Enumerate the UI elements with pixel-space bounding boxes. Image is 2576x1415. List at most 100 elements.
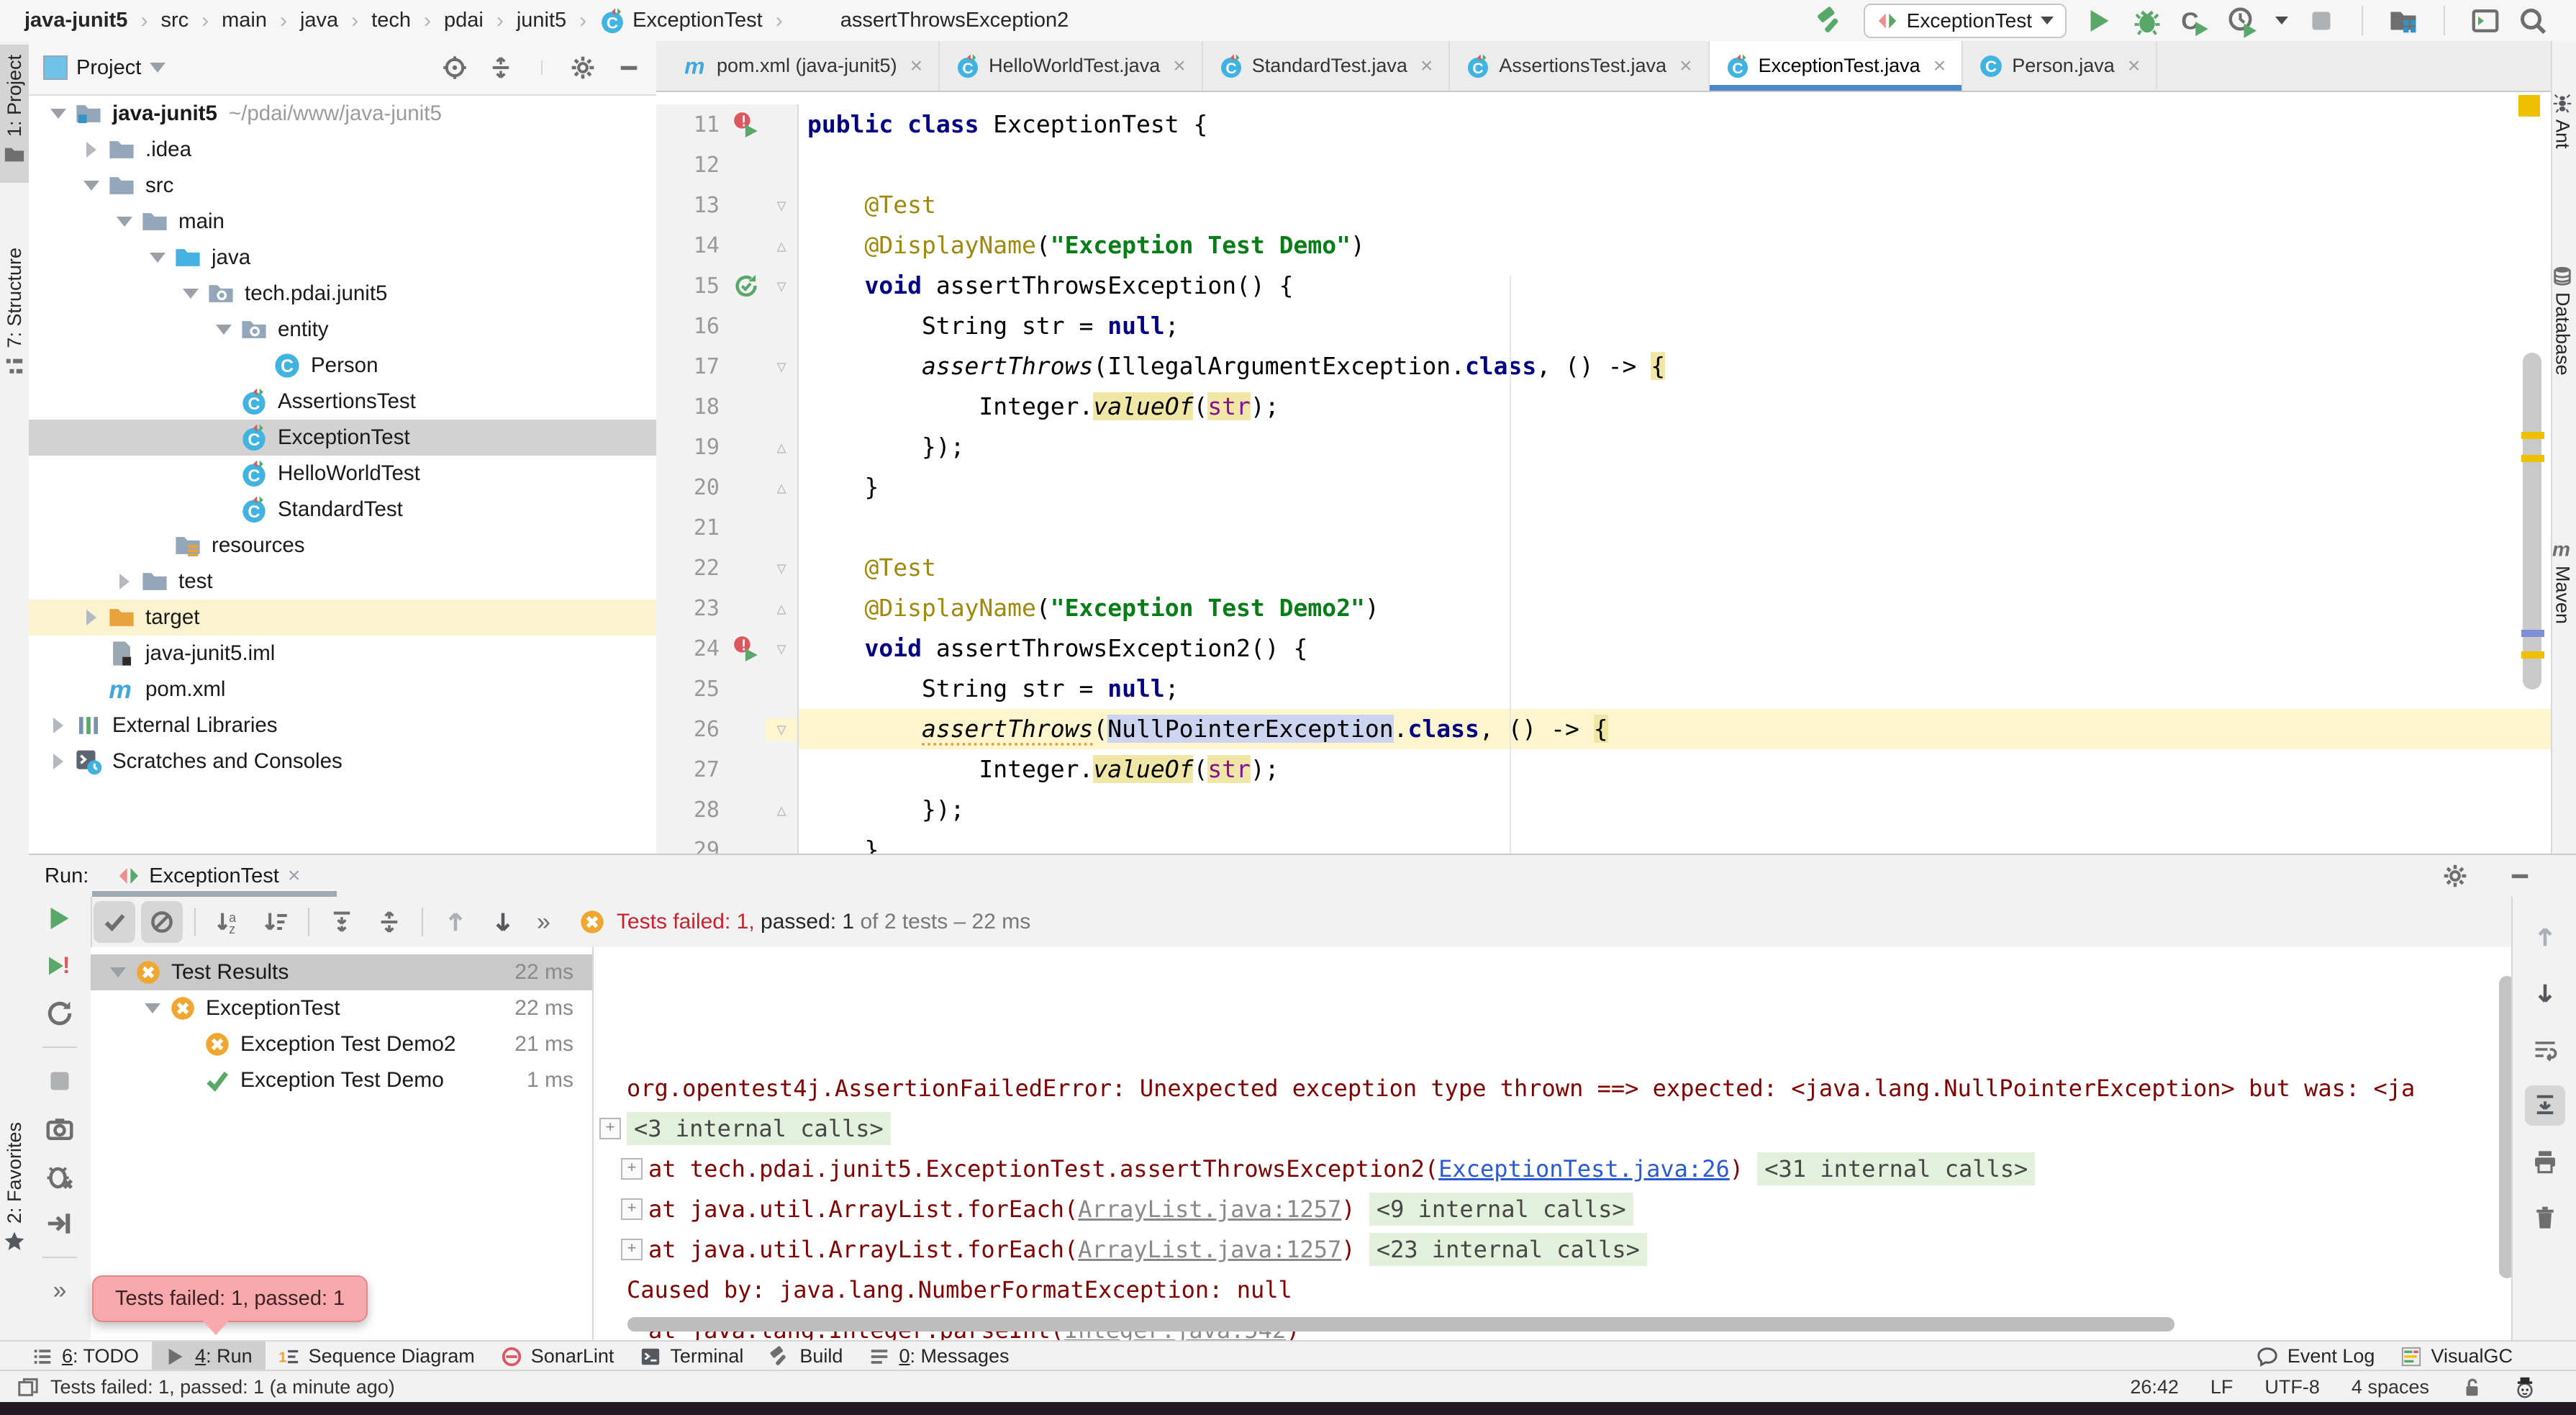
chevron-down-icon[interactable] bbox=[216, 325, 232, 335]
project-view-select[interactable]: Project bbox=[43, 55, 165, 80]
collapse-all-icon[interactable] bbox=[488, 55, 514, 81]
line-number[interactable]: 19 bbox=[656, 435, 727, 460]
line-number[interactable]: 13 bbox=[656, 193, 727, 218]
clear-button[interactable] bbox=[2525, 1198, 2565, 1238]
fold-marker[interactable]: ▵ bbox=[766, 476, 797, 499]
settings-icon[interactable] bbox=[570, 55, 596, 81]
fold-marker[interactable]: ▵ bbox=[766, 597, 797, 620]
fold-marker[interactable]: ▿ bbox=[766, 718, 797, 741]
fold-expand-icon[interactable]: + bbox=[621, 1158, 643, 1180]
coverage-button[interactable]: C bbox=[2180, 6, 2209, 35]
code-line-11[interactable]: 11!public class ExceptionTest { bbox=[656, 104, 2551, 145]
breadcrumb-item[interactable]: java-junit5 bbox=[24, 9, 127, 32]
tool-window-button-sonarlint[interactable]: SonarLint bbox=[488, 1342, 627, 1371]
line-number[interactable]: 25 bbox=[656, 677, 727, 702]
editor-tab-standardtest-java[interactable]: CStandardTest.java× bbox=[1203, 41, 1451, 91]
warning-mark[interactable] bbox=[2521, 455, 2544, 462]
line-number[interactable]: 12 bbox=[656, 153, 727, 178]
chevron-down-icon[interactable] bbox=[145, 1003, 160, 1013]
code-line-17[interactable]: 17▿ assertThrows(IllegalArgumentExceptio… bbox=[656, 346, 2551, 386]
fold-marker[interactable]: ▿ bbox=[766, 275, 797, 297]
code-line-16[interactable]: 16 String str = null; bbox=[656, 306, 2551, 346]
chevron-down-icon[interactable] bbox=[110, 967, 126, 977]
sort-alphabetically-button[interactable]: az bbox=[207, 901, 249, 943]
line-number[interactable]: 27 bbox=[656, 757, 727, 782]
tool-window-button-6-todo[interactable]: 6: TODO bbox=[19, 1342, 152, 1371]
locate-icon[interactable] bbox=[442, 55, 468, 81]
project-tree-item-standardtest[interactable]: CStandardTest bbox=[29, 492, 656, 528]
tool-window-button-build[interactable]: Build bbox=[756, 1342, 856, 1371]
run-configuration-select[interactable]: ExceptionTest bbox=[1864, 4, 2067, 38]
test-tree-item-exception-test-demo2[interactable]: Exception Test Demo221 ms bbox=[91, 1026, 592, 1062]
previous-failed-button[interactable] bbox=[435, 901, 476, 943]
code-line-15[interactable]: 15▿ void assertThrowsException() { bbox=[656, 266, 2551, 306]
editor-tab-exceptiontest-java[interactable]: CExceptionTest.java× bbox=[1710, 41, 1964, 91]
project-tree-item-target[interactable]: target bbox=[29, 600, 656, 636]
project-tree-item-assertionstest[interactable]: CAssertionsTest bbox=[29, 384, 656, 420]
code-line-14[interactable]: 14▵ @DisplayName("Exception Test Demo") bbox=[656, 225, 2551, 266]
soft-wrap-button[interactable] bbox=[2525, 1029, 2565, 1070]
tool-window-button-visualgc[interactable]: VisualGC bbox=[2387, 1342, 2526, 1371]
close-icon[interactable]: × bbox=[2128, 54, 2141, 78]
code-line-13[interactable]: 13▿ @Test bbox=[656, 185, 2551, 225]
build-hammer-icon[interactable] bbox=[1816, 6, 1845, 35]
code-line-20[interactable]: 20▵ } bbox=[656, 467, 2551, 507]
console-vertical-scrollbar[interactable] bbox=[2499, 976, 2511, 1278]
scroll-to-end-button[interactable] bbox=[2525, 1085, 2565, 1126]
tool-window-button-event-log[interactable]: Event Log bbox=[2244, 1342, 2388, 1371]
fold-marker[interactable]: ▿ bbox=[766, 194, 797, 217]
code-line-28[interactable]: 28▵ }); bbox=[656, 790, 2551, 830]
editor-tab-pom-xml-java-junit5-[interactable]: mpom.xml (java-junit5)× bbox=[668, 41, 940, 91]
line-number[interactable]: 20 bbox=[656, 475, 727, 500]
project-structure-icon[interactable] bbox=[2389, 6, 2418, 35]
status-message[interactable]: Tests failed: 1, passed: 1 (a minute ago… bbox=[50, 1376, 395, 1398]
tool-window-tab-ant[interactable]: Ant bbox=[2549, 86, 2576, 149]
tool-window-button-0-messages[interactable]: 0: Messages bbox=[856, 1342, 1022, 1371]
close-icon[interactable]: × bbox=[1420, 54, 1433, 78]
breadcrumb-item[interactable]: junit5 bbox=[517, 9, 566, 32]
project-tree-item-helloworldtest[interactable]: CHelloWorldTest bbox=[29, 456, 656, 492]
run-gutter-icon[interactable] bbox=[733, 273, 759, 299]
line-number[interactable]: 21 bbox=[656, 515, 727, 541]
chevron-down-icon[interactable] bbox=[183, 289, 199, 299]
chevron-down-icon[interactable] bbox=[50, 109, 66, 119]
line-number[interactable]: 24 bbox=[656, 636, 727, 661]
code-line-22[interactable]: 22▿ @Test bbox=[656, 548, 2551, 588]
stack-trace-link[interactable]: ExceptionTest.java:26 bbox=[1438, 1155, 1730, 1183]
tool-window-tab-7-structure[interactable]: 7: Structure bbox=[0, 238, 29, 394]
chevron-right-icon[interactable] bbox=[86, 610, 96, 625]
tool-windows-icon[interactable] bbox=[17, 1377, 39, 1398]
terminal-window-icon[interactable] bbox=[2471, 6, 2500, 35]
test-history-icon[interactable] bbox=[45, 1114, 74, 1143]
file-encoding[interactable]: UTF-8 bbox=[2264, 1376, 2320, 1398]
search-everywhere-icon[interactable] bbox=[2518, 6, 2547, 35]
code-line-29[interactable]: 29 } bbox=[656, 830, 2551, 854]
caret-position[interactable]: 26:42 bbox=[2130, 1376, 2179, 1398]
fold-marker[interactable]: ▵ bbox=[766, 436, 797, 458]
chevron-down-icon[interactable] bbox=[2275, 17, 2288, 24]
run-gutter-icon[interactable]: ! bbox=[733, 636, 759, 661]
close-icon[interactable]: × bbox=[1933, 54, 1946, 78]
sort-by-duration-button[interactable] bbox=[255, 901, 296, 943]
line-number[interactable]: 28 bbox=[656, 797, 727, 823]
lock-icon[interactable] bbox=[2461, 1377, 2482, 1398]
code-line-26[interactable]: 26▿ assertThrows(NullPointerException.cl… bbox=[656, 709, 2551, 749]
test-tree-item-exception-test-demo[interactable]: Exception Test Demo1 ms bbox=[91, 1062, 592, 1098]
debug-button[interactable] bbox=[2133, 6, 2162, 35]
chevron-right-icon[interactable] bbox=[119, 574, 130, 589]
project-tree-item-resources[interactable]: resources bbox=[29, 528, 656, 564]
down-button[interactable] bbox=[2525, 973, 2565, 1013]
toggle-auto-test-icon[interactable] bbox=[45, 999, 74, 1028]
chevron-right-icon[interactable] bbox=[53, 754, 63, 769]
up-button[interactable] bbox=[2525, 917, 2565, 957]
tool-window-tab-database[interactable]: Database bbox=[2549, 259, 2576, 376]
tool-window-button-4-run[interactable]: 4: Run bbox=[152, 1342, 266, 1371]
breadcrumb-item[interactable]: main bbox=[222, 9, 267, 32]
code-line-18[interactable]: 18 Integer.valueOf(str); bbox=[656, 386, 2551, 427]
project-tree-item-java[interactable]: java bbox=[29, 240, 656, 276]
fold-marker[interactable]: ▵ bbox=[766, 799, 797, 821]
code-line-19[interactable]: 19▵ }); bbox=[656, 427, 2551, 467]
editor-tab-helloworldtest-java[interactable]: CHelloWorldTest.java× bbox=[940, 41, 1203, 91]
more-icon[interactable]: » bbox=[537, 908, 550, 936]
stack-trace-link[interactable]: ArrayList.java:1257 bbox=[1078, 1195, 1341, 1223]
